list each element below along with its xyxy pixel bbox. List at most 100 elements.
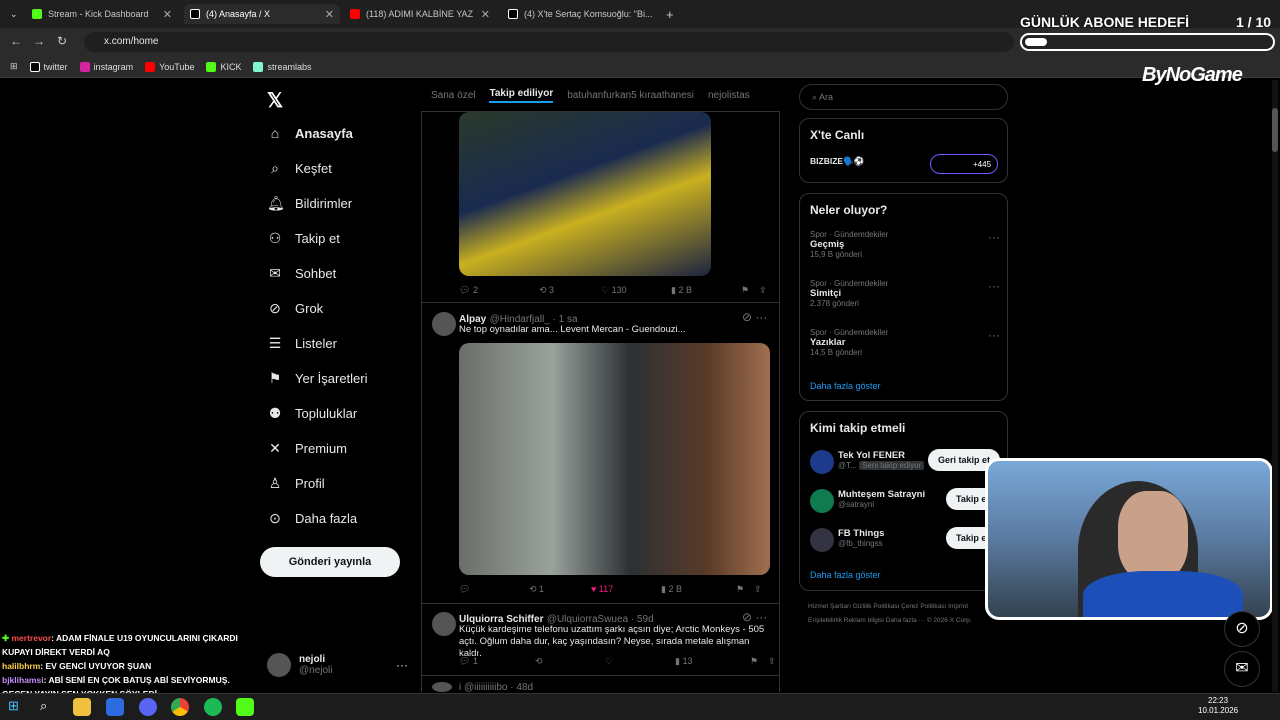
tab-list-2[interactable]: nejolistas <box>708 90 750 101</box>
nav-notifications[interactable]: 🔔︎ Bildirimler <box>267 195 352 212</box>
more-icon[interactable]: ··· <box>988 230 1000 244</box>
more-icon[interactable]: ··· <box>396 658 408 672</box>
avatar[interactable] <box>432 682 452 692</box>
nav-messages[interactable]: ✉ Sohbet <box>267 265 336 282</box>
apps-icon[interactable]: ⊞ <box>10 61 18 72</box>
forward-icon[interactable]: → <box>33 34 45 48</box>
bookmark-instagram[interactable]: instagram <box>79 61 133 72</box>
show-more-link[interactable]: Daha fazla göster <box>810 570 881 580</box>
close-icon[interactable]: ✕ <box>481 8 490 21</box>
chrome-icon[interactable] <box>171 698 189 716</box>
bookmark-icon[interactable]: ⚑ <box>741 285 759 296</box>
suggested-user[interactable]: FB Things @fb_thingss <box>838 528 884 548</box>
more-icon[interactable]: ··· <box>988 328 1000 342</box>
repost-count: 1 <box>539 584 545 594</box>
tab-x-home[interactable]: (4) Anasayfa / X ✕ <box>184 4 340 24</box>
reply-button[interactable]: 💬︎ 1 <box>459 656 535 667</box>
nav-explore[interactable]: ⌕ Keşfet <box>267 160 332 177</box>
avatar[interactable] <box>810 489 834 513</box>
views-button[interactable]: ▮ 13 <box>675 656 750 667</box>
reply-button[interactable]: 💬︎ 2 <box>459 285 539 296</box>
windows-start-icon[interactable]: ⊞ <box>8 698 26 716</box>
grok-float-button[interactable]: ⊘ <box>1224 611 1260 647</box>
share-icon[interactable]: ⇪ <box>768 656 776 667</box>
tab-list-1[interactable]: batuhanfurkan5 kıraathanesi <box>567 90 694 101</box>
bookmark-twitter[interactable]: twitter <box>29 61 68 72</box>
nav-communities[interactable]: ⚉ Topluluklar <box>267 405 357 422</box>
account-switcher[interactable]: nejoli @nejoli <box>267 653 333 677</box>
file-explorer-icon[interactable] <box>73 698 91 716</box>
nav-profile[interactable]: ♙ Profil <box>267 475 325 492</box>
trend-item[interactable]: Spor · Gündemdekiler Simitçi 2.378 gönderi <box>810 279 888 308</box>
views-button[interactable]: ▮ 2 B <box>671 285 741 296</box>
bookmark-icon[interactable]: ⚑ <box>750 656 768 667</box>
bookmark-youtube[interactable]: YouTube <box>145 61 194 72</box>
grok-icon[interactable]: ⊘ ··· <box>742 310 767 324</box>
scrollbar[interactable] <box>1272 80 1278 692</box>
nav-lists[interactable]: ☰ Listeler <box>267 335 337 352</box>
footer-links[interactable]: Hizmet Şartları Gizlilik Politikası Çere… <box>808 600 998 628</box>
tab-kick-dashboard[interactable]: Stream - Kick Dashboard ✕ <box>26 4 178 24</box>
new-tab-button[interactable]: + <box>660 4 680 24</box>
messages-float-button[interactable]: ✉ <box>1224 651 1260 687</box>
close-icon[interactable]: ✕ <box>325 8 334 21</box>
views-button[interactable]: ▮ 2 B <box>661 584 736 595</box>
tab-following[interactable]: Takip ediliyor <box>489 88 554 103</box>
kick-icon[interactable] <box>236 698 254 716</box>
listener-count: +445 <box>973 160 992 169</box>
like-button[interactable]: ♥ 117 <box>591 584 661 595</box>
more-icon[interactable]: ··· <box>988 279 1000 293</box>
spotify-icon[interactable] <box>204 698 222 716</box>
x-logo-icon[interactable]: 𝕏 <box>267 88 283 113</box>
post-image[interactable] <box>459 343 770 575</box>
like-button[interactable]: ♡ 130 <box>601 285 671 296</box>
suggested-user[interactable]: Muhteşem Satrayni @satrayni <box>838 489 925 509</box>
post-button[interactable]: Gönderi yayınla <box>260 547 400 577</box>
bookmark-kick[interactable]: KICK <box>206 61 241 72</box>
trend-item[interactable]: Spor · Gündemdekiler Yazıklar 14,5 B gönde… <box>810 328 888 357</box>
app-icon[interactable] <box>106 698 124 716</box>
share-icon[interactable]: ⇪ <box>754 584 762 595</box>
nav-premium[interactable]: ✕ Premium <box>267 440 347 457</box>
repost-button[interactable]: ⟲ 1 <box>529 584 591 595</box>
show-more-link[interactable]: Daha fazla göster <box>810 381 881 391</box>
share-icon[interactable]: ⇪ <box>759 285 767 296</box>
tab-search-button[interactable]: ⌄ <box>4 4 22 24</box>
nav-follow[interactable]: ⚇ Takip et <box>267 230 340 247</box>
avatar[interactable] <box>810 528 834 552</box>
discord-icon[interactable] <box>139 698 157 716</box>
tab-x-post[interactable]: (4) X'te Sertaç Komsuoğlu: "Bi...✕ <box>502 4 658 24</box>
nav-bookmarks[interactable]: ⚑ Yer İşaretleri <box>267 370 368 387</box>
repost-button[interactable]: ⟲ <box>535 656 605 667</box>
live-space-name[interactable]: BIZBIZE🗣️⚽ <box>810 156 864 167</box>
suggested-user[interactable]: Tek Yol FENER @T... Seni takip ediyor <box>838 450 925 470</box>
back-icon[interactable]: ← <box>10 34 22 48</box>
avatar[interactable] <box>432 612 456 636</box>
reload-icon[interactable]: ↻ <box>57 34 67 48</box>
sub-goal-bar <box>1020 33 1275 51</box>
close-icon[interactable]: ✕ <box>163 8 172 21</box>
scrollbar-thumb[interactable] <box>1272 108 1278 152</box>
post-image[interactable] <box>459 112 711 276</box>
grok-icon[interactable]: ⊘ ··· <box>742 610 767 624</box>
live-listeners[interactable]: +445 <box>930 154 998 174</box>
search-icon[interactable]: ⌕ <box>40 698 58 716</box>
system-clock[interactable]: 22:23 10.01.2026 <box>1198 696 1238 716</box>
nav-grok[interactable]: ⊘ Grok <box>267 300 323 317</box>
nav-label: Sohbet <box>295 266 337 281</box>
repost-button[interactable]: ⟲ 3 <box>539 285 601 296</box>
address-bar[interactable]: x.com/home <box>84 32 1014 52</box>
tab-for-you[interactable]: Sana özel <box>431 90 475 101</box>
avatar[interactable] <box>432 312 456 336</box>
like-button[interactable]: ♡ <box>605 656 675 667</box>
nav-more[interactable]: ⊙ Daha fazla <box>267 510 357 527</box>
trend-item[interactable]: Spor · Gündemdekiler Geçmiş 15,9 B gönderi <box>810 230 888 259</box>
search-input[interactable]: ⌕ Ara <box>799 84 1008 110</box>
trend-name: Simitçi <box>810 288 842 299</box>
reply-button[interactable]: 💬︎ <box>459 584 529 595</box>
tab-youtube[interactable]: (118) ADIMI KALBİNE YAZ ✕ <box>344 4 496 24</box>
bookmark-icon[interactable]: ⚑ <box>736 584 754 595</box>
bookmark-streamlabs[interactable]: streamlabs <box>253 61 311 72</box>
nav-home[interactable]: ⌂ Anasayfa <box>267 125 353 141</box>
avatar[interactable] <box>810 450 834 474</box>
